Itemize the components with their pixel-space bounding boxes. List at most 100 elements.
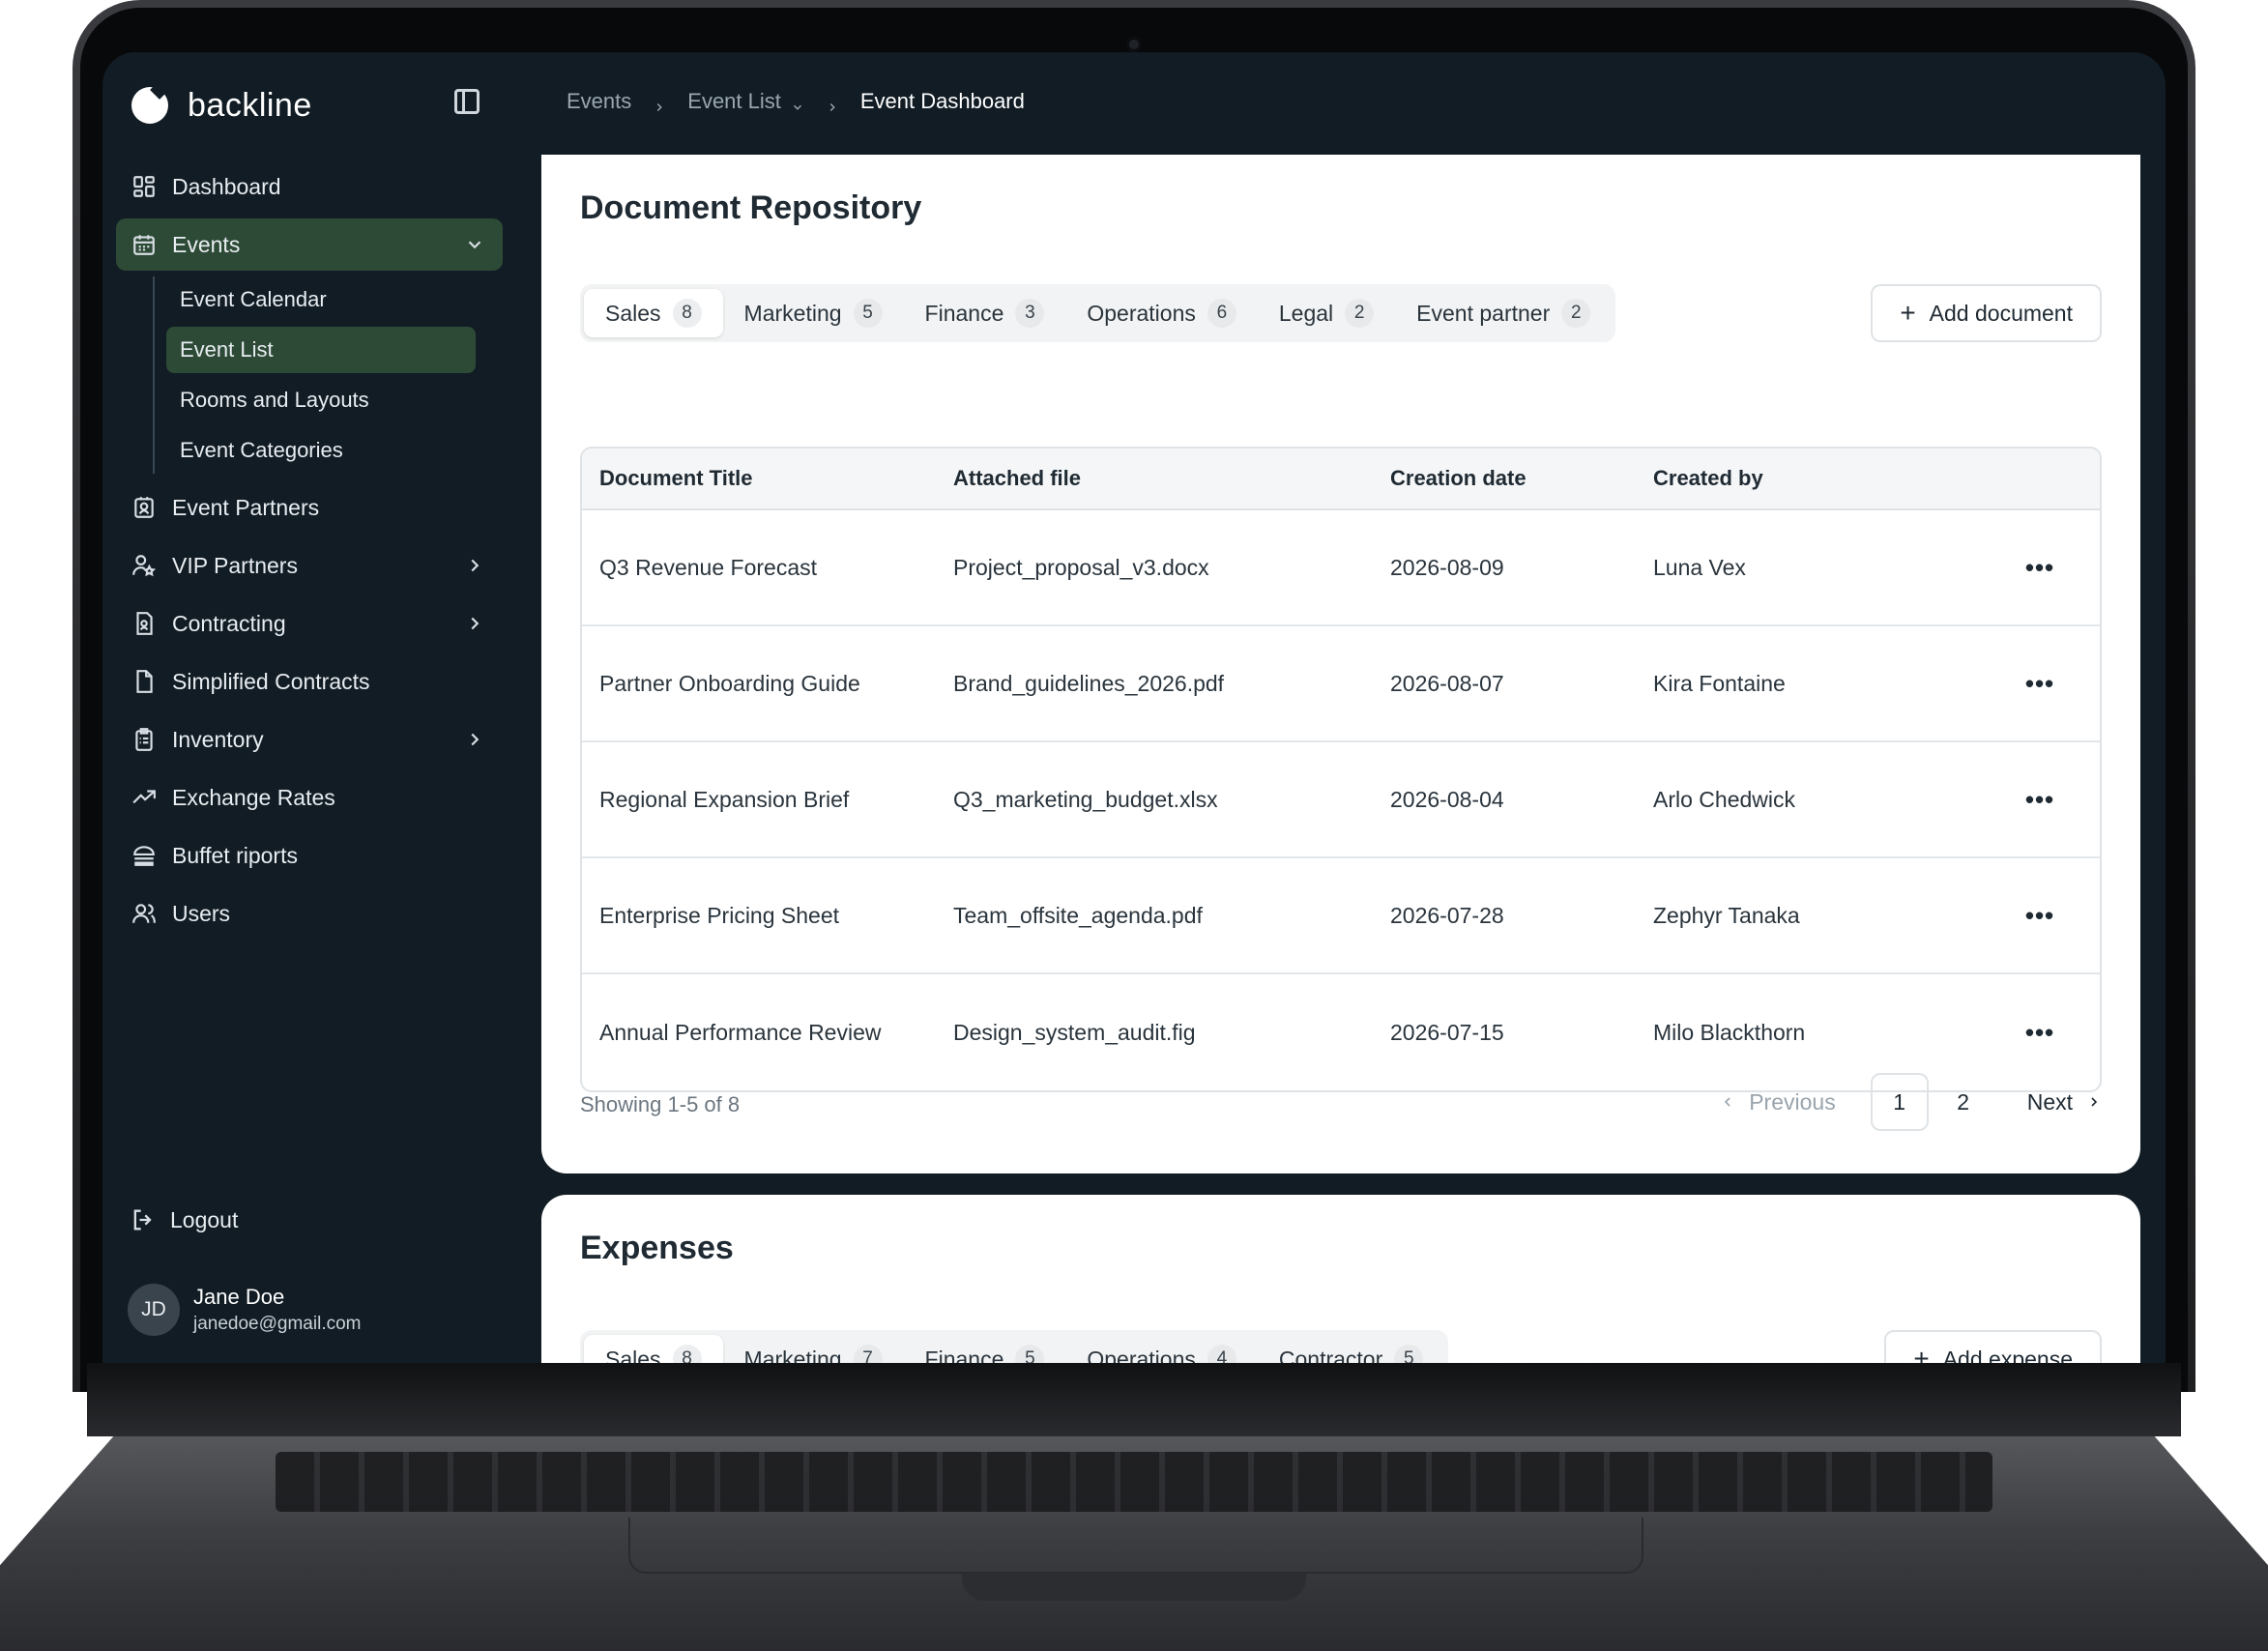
brand[interactable]: backline: [131, 81, 312, 130]
tab-operations[interactable]: Operations 4: [1065, 1335, 1258, 1363]
tab-count-badge: 5: [1015, 1345, 1045, 1363]
table-row[interactable]: Q3 Revenue Forecast Project_proposal_v3.…: [582, 510, 2100, 626]
tab-label: Marketing: [743, 1346, 842, 1364]
expenses-card: Expenses Sales 8 Marketing 7 Finance 5 O…: [541, 1195, 2140, 1363]
table-row[interactable]: Partner Onboarding Guide Brand_guideline…: [582, 626, 2100, 742]
cell-file[interactable]: Q3_marketing_budget.xlsx: [953, 787, 1390, 813]
sidebar-item-buffet-riports[interactable]: Buffet riports: [116, 829, 503, 882]
tab-event-partner[interactable]: Event partner 2: [1395, 289, 1612, 337]
documents-table: Document Title Attached file Creation da…: [580, 447, 2102, 1092]
pagination: Previous 1 2 Next: [1720, 1073, 2102, 1131]
next-label: Next: [2026, 1088, 2073, 1115]
page-1-button[interactable]: 1: [1870, 1073, 1929, 1131]
subnav-item-event-categories[interactable]: Event Categories: [166, 427, 476, 474]
page-2-button[interactable]: 2: [1934, 1073, 1992, 1131]
table-row[interactable]: Regional Expansion Brief Q3_marketing_bu…: [582, 742, 2100, 858]
column-header[interactable]: Attached file: [953, 466, 1390, 491]
sidebar-item-vip-partners[interactable]: VIP Partners: [116, 539, 503, 592]
cell-title: Regional Expansion Brief: [599, 786, 850, 812]
cell-file[interactable]: Project_proposal_v3.docx: [953, 555, 1390, 581]
breadcrumb: Events Event List Event Dashboard: [567, 89, 1025, 114]
tab-count-badge: 2: [1561, 299, 1591, 328]
plus-icon: +: [1913, 1344, 1930, 1364]
tab-finance[interactable]: Finance 5: [904, 1335, 1066, 1363]
chevron-right-icon[interactable]: [464, 613, 485, 634]
tab-legal[interactable]: Legal 2: [1258, 289, 1395, 337]
column-header[interactable]: Document Title: [582, 466, 953, 491]
sidebar-item-label: Inventory: [172, 726, 264, 752]
tab-finance[interactable]: Finance 3: [904, 289, 1066, 337]
next-page-button[interactable]: Next: [2027, 1089, 2102, 1115]
sidebar-item-dashboard[interactable]: Dashboard: [116, 160, 503, 213]
column-header[interactable]: Created by: [1653, 466, 1982, 491]
add-document-label: Add document: [1929, 300, 2073, 326]
sidebar-item-inventory[interactable]: Inventory: [116, 713, 503, 766]
laptop-hinge: [87, 1363, 2181, 1436]
cell-date: 2026-08-09: [1390, 554, 1504, 580]
breadcrumb-event-list[interactable]: Event List: [687, 89, 781, 114]
table-row[interactable]: Enterprise Pricing Sheet Team_offsite_ag…: [582, 858, 2100, 974]
column-header[interactable]: Creation date: [1390, 466, 1653, 491]
cell-creator: Kira Fontaine: [1653, 670, 1786, 696]
id-badge-icon: [131, 495, 157, 520]
cell-title: Annual Performance Review: [599, 1019, 882, 1045]
subnav-item-rooms-and-layouts[interactable]: Rooms and Layouts: [166, 377, 476, 423]
tab-label: Finance: [924, 1346, 1004, 1364]
more-options-icon[interactable]: •••: [2025, 671, 2054, 696]
cell-file[interactable]: Team_offsite_agenda.pdf: [953, 903, 1390, 929]
tab-label: Finance: [924, 300, 1004, 326]
sidebar: backline Dashboard Events Event Calendar…: [102, 52, 518, 1363]
tab-count-badge: 5: [853, 299, 883, 328]
tab-label: Event partner: [1416, 300, 1551, 326]
sidebar-item-label: Dashboard: [172, 173, 281, 199]
sidebar-toggle-icon[interactable]: [454, 89, 480, 114]
cell-file[interactable]: Design_system_audit.fig: [953, 1020, 1390, 1046]
tab-sales[interactable]: Sales 8: [584, 289, 723, 337]
front-notch: [962, 1574, 1306, 1601]
chevron-right-icon: [653, 95, 666, 111]
cell-creator: Luna Vex: [1653, 554, 1746, 580]
more-options-icon[interactable]: •••: [2025, 787, 2054, 812]
cell-title: Enterprise Pricing Sheet: [599, 902, 840, 928]
more-options-icon[interactable]: •••: [2025, 555, 2054, 580]
tab-label: Sales: [605, 1346, 661, 1364]
sidebar-item-contracting[interactable]: Contracting: [116, 597, 503, 650]
more-options-icon[interactable]: •••: [2025, 1020, 2054, 1045]
cell-file[interactable]: Brand_guidelines_2026.pdf: [953, 671, 1390, 697]
tab-operations[interactable]: Operations 6: [1065, 289, 1258, 337]
cell-creator: Arlo Chedwick: [1653, 786, 1795, 812]
app-screen: backline Dashboard Events Event Calendar…: [102, 52, 2166, 1363]
chevron-down-icon[interactable]: [791, 95, 804, 110]
previous-page-button[interactable]: Previous: [1720, 1088, 1836, 1115]
logout-button[interactable]: Logout: [130, 1199, 238, 1241]
tab-sales[interactable]: Sales 8: [584, 1335, 723, 1363]
breadcrumb-events[interactable]: Events: [567, 89, 631, 114]
breadcrumb-current: Event Dashboard: [859, 89, 1025, 113]
trackpad: [628, 1518, 1643, 1574]
sidebar-item-label: Buffet riports: [172, 842, 298, 868]
chevron-right-icon: [826, 95, 839, 111]
user-profile[interactable]: JD Jane Doe janedoe@gmail.com: [128, 1284, 362, 1336]
subnav-item-event-list[interactable]: Event List: [166, 327, 476, 373]
more-options-icon[interactable]: •••: [2025, 903, 2054, 928]
sidebar-item-simplified-contracts[interactable]: Simplified Contracts: [116, 655, 503, 708]
sidebar-item-users[interactable]: Users: [116, 887, 503, 940]
previous-label: Previous: [1749, 1088, 1836, 1115]
sidebar-item-events[interactable]: Events: [116, 218, 503, 271]
tab-label: Operations: [1087, 1346, 1196, 1364]
sidebar-item-event-partners[interactable]: Event Partners: [116, 481, 503, 534]
tab-contractor[interactable]: Contractor 5: [1258, 1335, 1444, 1363]
sidebar-item-exchange-rates[interactable]: Exchange Rates: [116, 771, 503, 824]
chevron-down-icon[interactable]: [464, 234, 485, 255]
tab-marketing[interactable]: Marketing 5: [723, 289, 904, 337]
cell-date: 2026-07-15: [1390, 1019, 1504, 1045]
add-expense-button[interactable]: + Add expense: [1884, 1330, 2102, 1363]
chevron-right-icon[interactable]: [464, 555, 485, 576]
tab-count-badge: 3: [1015, 299, 1045, 328]
tab-label: Marketing: [743, 300, 842, 326]
section-title: Document Repository: [580, 189, 922, 226]
tab-marketing[interactable]: Marketing 7: [723, 1335, 904, 1363]
subnav-item-event-calendar[interactable]: Event Calendar: [166, 276, 476, 323]
add-document-button[interactable]: + Add document: [1871, 284, 2102, 342]
chevron-right-icon[interactable]: [464, 729, 485, 750]
